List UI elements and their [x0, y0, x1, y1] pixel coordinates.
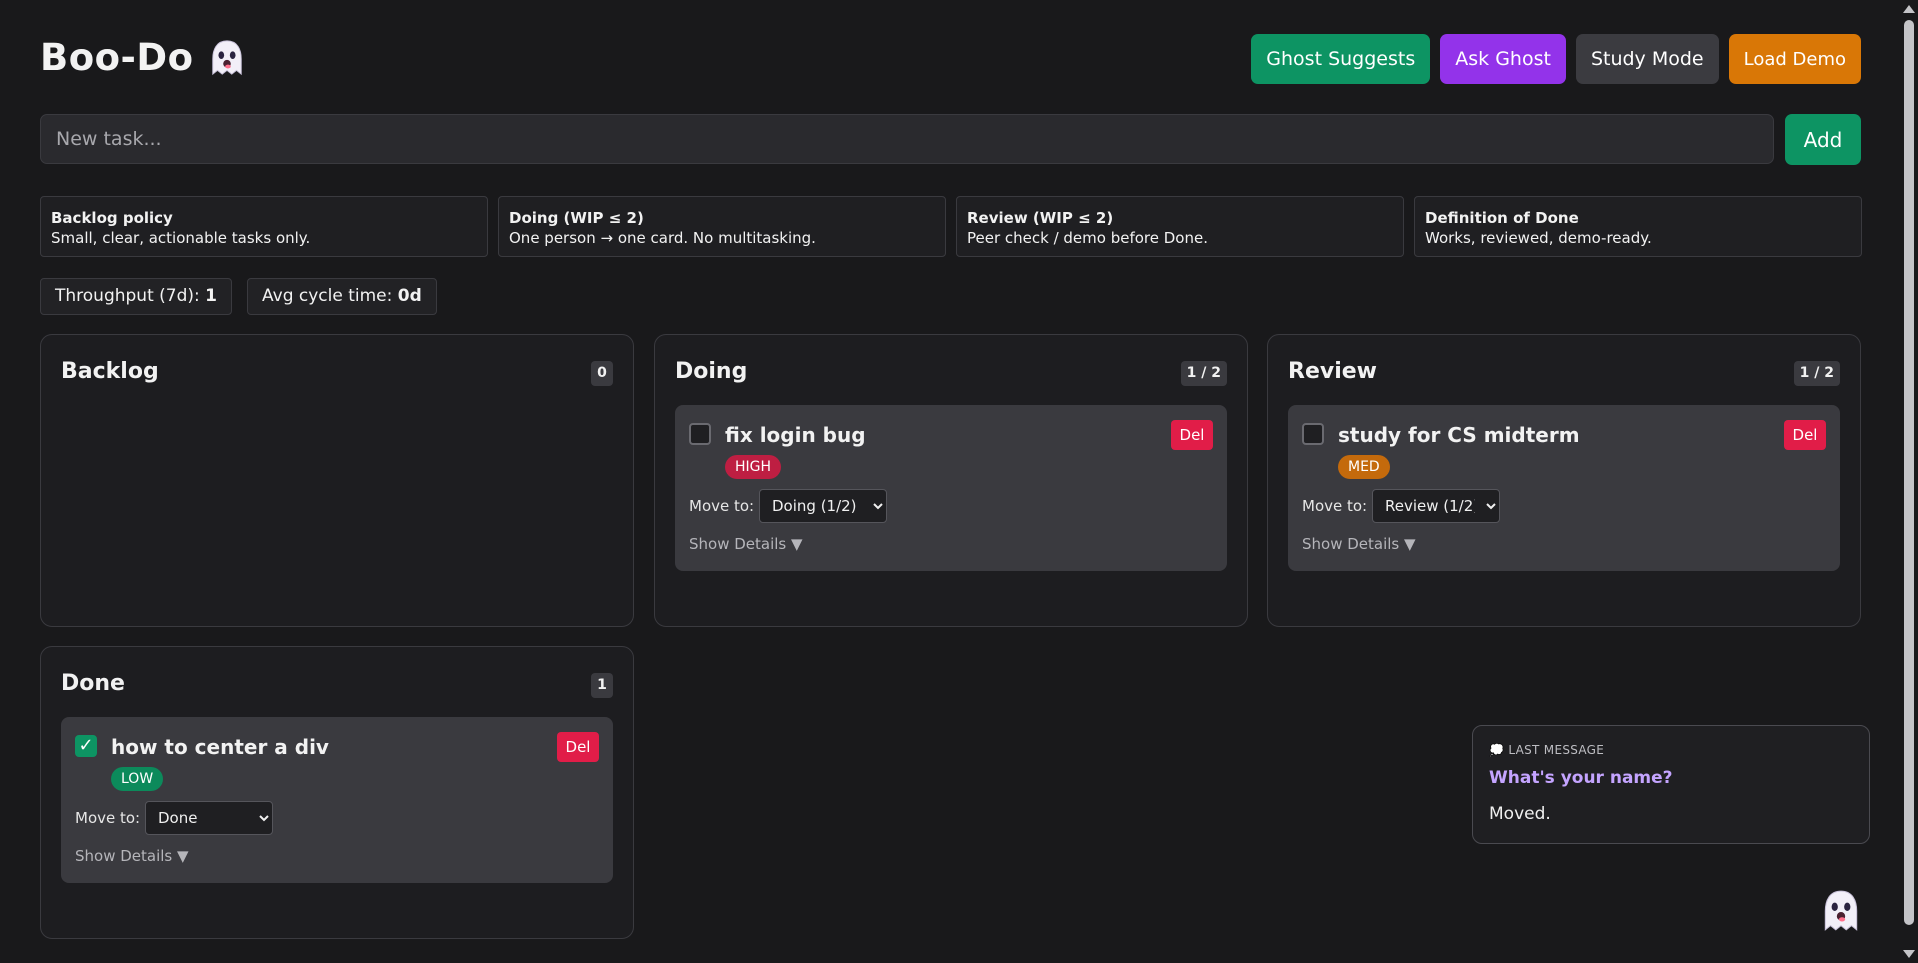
- column-title: Doing: [675, 359, 748, 384]
- load-demo-button[interactable]: Load Demo: [1728, 34, 1861, 84]
- column-title: Backlog: [61, 359, 159, 384]
- policy-title: Doing (WIP ≤ 2): [509, 209, 644, 227]
- move-to-label: Move to:: [1302, 497, 1368, 515]
- show-details-toggle[interactable]: Show Details ▼: [689, 535, 803, 553]
- delete-task-button[interactable]: Del: [557, 732, 599, 762]
- priority-badge: MED: [1338, 455, 1390, 479]
- column-count-badge: 1 / 2: [1793, 361, 1840, 386]
- move-to-select[interactable]: Doing (1/2): [759, 489, 887, 523]
- throughput-metric: Throughput (7d): 1: [40, 278, 232, 315]
- task-card[interactable]: study for CS midterm Del MED Move to: Re…: [1288, 405, 1840, 571]
- task-checkbox[interactable]: [689, 423, 711, 445]
- task-title: how to center a div: [111, 735, 329, 759]
- show-details-toggle[interactable]: Show Details ▼: [75, 847, 189, 865]
- cycle-time-value: 0d: [397, 286, 422, 306]
- move-to-select[interactable]: Done: [145, 801, 273, 835]
- column-title: Review: [1288, 359, 1377, 384]
- priority-badge: LOW: [111, 767, 164, 791]
- column-backlog: Backlog 0: [40, 334, 634, 627]
- policy-backlog: Backlog policy Small, clear, actionable …: [40, 196, 488, 257]
- cycle-time-label: Avg cycle time:: [262, 286, 398, 306]
- ghost-icon[interactable]: [1820, 888, 1862, 934]
- scrollbar-thumb[interactable]: [1904, 20, 1914, 925]
- policy-text: Small, clear, actionable tasks only.: [51, 229, 311, 247]
- move-to-select[interactable]: Review (1/2): [1372, 489, 1500, 523]
- last-message-answer: Moved.: [1489, 804, 1551, 824]
- policy-definition-of-done: Definition of Done Works, reviewed, demo…: [1414, 196, 1862, 257]
- scroll-down-icon[interactable]: [1903, 950, 1915, 958]
- ghost-suggests-button[interactable]: Ghost Suggests: [1251, 34, 1431, 84]
- policy-review: Review (WIP ≤ 2) Peer check / demo befor…: [956, 196, 1404, 257]
- policy-text: One person → one card. No multitasking.: [509, 229, 816, 247]
- column-title: Done: [61, 671, 125, 696]
- add-task-button[interactable]: Add: [1785, 114, 1861, 165]
- task-title: study for CS midterm: [1338, 423, 1580, 447]
- priority-badge: HIGH: [725, 455, 782, 479]
- policy-title: Review (WIP ≤ 2): [967, 209, 1114, 227]
- header-actions: Ghost Suggests Ask Ghost Study Mode Load…: [1251, 34, 1861, 84]
- task-card[interactable]: ✓ how to center a div Del LOW Move to: D…: [61, 717, 613, 883]
- task-checkbox-checked[interactable]: ✓: [75, 735, 97, 757]
- new-task-input[interactable]: [40, 114, 1774, 164]
- last-message-header: 💭 LAST MESSAGE: [1489, 743, 1605, 757]
- column-count-badge: 1: [591, 673, 613, 698]
- move-to-label: Move to:: [75, 809, 141, 827]
- policy-row: Backlog policy Small, clear, actionable …: [40, 196, 1862, 257]
- metrics-row: Throughput (7d): 1 Avg cycle time: 0d: [40, 278, 437, 315]
- app-title-text: Boo-Do: [40, 36, 194, 79]
- column-count-badge: 1 / 2: [1180, 361, 1227, 386]
- study-mode-button[interactable]: Study Mode: [1575, 34, 1719, 84]
- page-title: Boo-Do: [40, 36, 246, 79]
- task-title: fix login bug: [725, 423, 866, 447]
- delete-task-button[interactable]: Del: [1784, 420, 1826, 450]
- column-doing: Doing 1 / 2 fix login bug Del HIGH Move …: [654, 334, 1248, 627]
- throughput-value: 1: [205, 286, 217, 306]
- last-message-panel: 💭 LAST MESSAGE What's your name? Moved.: [1472, 725, 1870, 844]
- policy-title: Backlog policy: [51, 209, 173, 227]
- policy-doing: Doing (WIP ≤ 2) One person → one card. N…: [498, 196, 946, 257]
- column-review: Review 1 / 2 study for CS midterm Del ME…: [1267, 334, 1861, 627]
- ghost-icon: [211, 39, 242, 75]
- page-scrollbar[interactable]: [1900, 0, 1918, 963]
- ask-ghost-button[interactable]: Ask Ghost: [1440, 34, 1566, 84]
- column-count-badge: 0: [591, 361, 613, 386]
- show-details-toggle[interactable]: Show Details ▼: [1302, 535, 1416, 553]
- delete-task-button[interactable]: Del: [1171, 420, 1213, 450]
- cycle-time-metric: Avg cycle time: 0d: [247, 278, 437, 315]
- policy-text: Peer check / demo before Done.: [967, 229, 1208, 247]
- task-card[interactable]: fix login bug Del HIGH Move to: Doing (1…: [675, 405, 1227, 571]
- policy-title: Definition of Done: [1425, 209, 1579, 227]
- task-checkbox[interactable]: [1302, 423, 1324, 445]
- column-done: Done 1 ✓ how to center a div Del LOW Mov…: [40, 646, 634, 939]
- last-message-question: What's your name?: [1489, 768, 1673, 788]
- policy-text: Works, reviewed, demo-ready.: [1425, 229, 1652, 247]
- boo-do-app: Boo-Do Ghost Suggests Ask Ghost Study Mo…: [0, 0, 1918, 963]
- move-to-label: Move to:: [689, 497, 755, 515]
- throughput-label: Throughput (7d):: [55, 286, 206, 306]
- scroll-up-icon[interactable]: [1903, 5, 1915, 13]
